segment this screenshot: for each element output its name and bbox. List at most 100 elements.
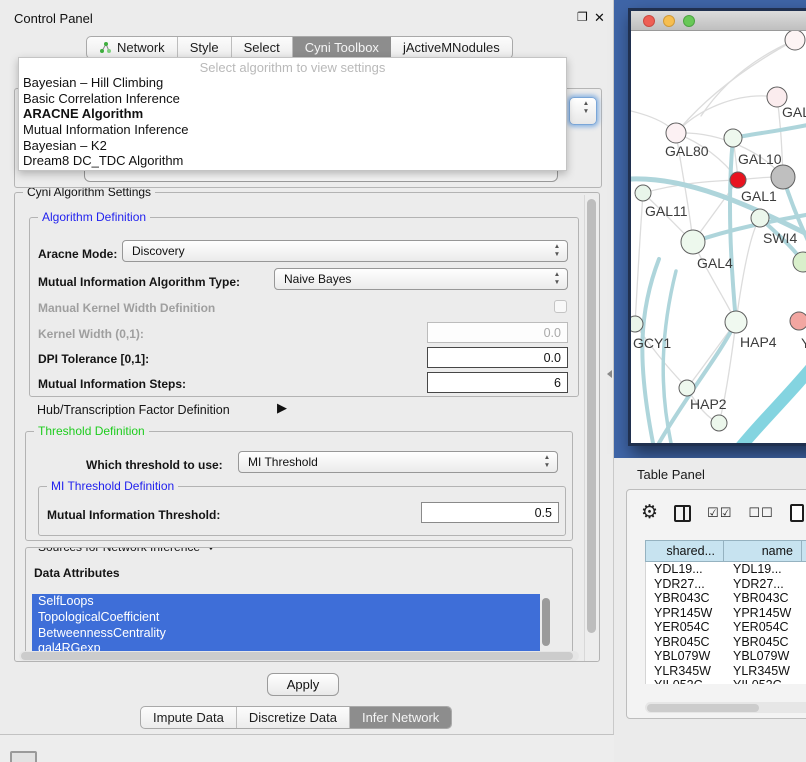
network-node-hap2[interactable] xyxy=(679,380,695,396)
table-row[interactable]: YPR145WYPR145W9. xyxy=(646,606,806,621)
network-edge[interactable] xyxy=(635,193,643,324)
table-cell: YDL19... xyxy=(646,562,725,577)
algorithm-option[interactable]: Bayesian – Hill Climbing xyxy=(19,75,566,91)
apply-button[interactable]: Apply xyxy=(267,673,339,696)
table-cell: YER054C xyxy=(725,620,803,635)
hub-definition-label[interactable]: Hub/Transcription Factor Definition xyxy=(37,403,230,417)
table-panel-body: ⚙ ☑☑ ☐☐ shared...nameA YDL19...YDL19...1… xyxy=(626,489,806,719)
mini-window-icon[interactable] xyxy=(10,751,37,762)
table-hscrollbar-thumb[interactable] xyxy=(647,704,759,712)
algorithm-option[interactable]: Dream8 DC_TDC Algorithm xyxy=(19,153,566,169)
minimize-traffic-light-icon[interactable] xyxy=(663,15,675,27)
network-node[interactable] xyxy=(711,415,727,431)
tab-label: Infer Network xyxy=(362,710,439,725)
data-attributes-list[interactable]: SelfLoopsTopologicalCoefficientBetweenne… xyxy=(32,594,540,656)
threshold-definition-group: Threshold Definition Which threshold to … xyxy=(25,431,573,541)
table-row[interactable]: YBR045CYBR045C9. xyxy=(646,635,806,650)
table-row[interactable]: YLR345WYLR345W9. xyxy=(646,664,806,679)
table-row[interactable]: YDL19...YDL19...13 xyxy=(646,562,806,577)
algorithm-option[interactable]: Bayesian – K2 xyxy=(19,138,566,154)
threshold-definition-title: Threshold Definition xyxy=(34,424,149,438)
close-panel-icon[interactable]: ✕ xyxy=(594,10,605,26)
settings-hscrollbar-thumb[interactable] xyxy=(21,652,573,660)
table-hscrollbar-track[interactable] xyxy=(645,702,806,713)
mi-type-combo[interactable]: Naive Bayes ▲▼ xyxy=(274,268,568,290)
network-edge[interactable] xyxy=(736,218,760,322)
settings-hscrollbar-track[interactable] xyxy=(19,651,579,661)
tab-network[interactable]: Network xyxy=(87,37,178,58)
network-edge[interactable] xyxy=(676,40,795,133)
network-node-gal11[interactable] xyxy=(635,185,651,201)
network-node-y[interactable] xyxy=(790,312,806,330)
table-column-header[interactable]: A xyxy=(802,540,806,562)
mi-type-label: Mutual Information Algorithm Type: xyxy=(38,275,240,289)
network-window-titlebar[interactable] xyxy=(631,11,806,31)
network-edge[interactable] xyxy=(726,361,806,443)
dpi-tolerance-label: DPI Tolerance [0,1]: xyxy=(38,352,149,366)
collapse-down-icon[interactable]: ▼ xyxy=(204,547,219,553)
network-node-gal4[interactable] xyxy=(681,230,705,254)
network-node-gal10[interactable] xyxy=(724,129,742,147)
table-column-header[interactable]: name xyxy=(724,540,802,562)
network-node-gal1[interactable] xyxy=(730,172,746,188)
close-traffic-light-icon[interactable] xyxy=(643,15,655,27)
dpi-tolerance-field[interactable]: 0.0 xyxy=(427,347,568,368)
gear-icon[interactable]: ⚙ xyxy=(641,504,658,522)
select-all-checks-icon[interactable]: ☑☑ xyxy=(707,505,732,521)
attribute-list-item[interactable]: TopologicalCoefficient xyxy=(32,610,540,626)
settings-scrollbar-track[interactable] xyxy=(584,195,598,661)
algorithm-option[interactable]: Mutual Information Inference xyxy=(19,122,566,138)
tab-select[interactable]: Select xyxy=(232,37,293,58)
which-threshold-combo[interactable]: MI Threshold ▲▼ xyxy=(238,451,558,473)
settings-scrollbar-thumb[interactable] xyxy=(587,199,596,633)
node-label: HAP2 xyxy=(690,396,727,412)
table-row[interactable]: YDR27...YDR27...12 xyxy=(646,577,806,592)
aracne-mode-combo[interactable]: Discovery ▲▼ xyxy=(122,240,568,262)
mi-steps-field[interactable]: 6 xyxy=(427,372,568,393)
network-node-gcy1[interactable] xyxy=(631,316,643,332)
network-edge[interactable] xyxy=(733,123,806,138)
network-node[interactable] xyxy=(785,31,805,50)
kernel-width-field[interactable]: 0.0 xyxy=(427,322,568,343)
mi-threshold-group: MI Threshold Definition Mutual Informati… xyxy=(38,486,566,536)
network-node[interactable] xyxy=(771,165,795,189)
table-column-header[interactable]: shared... xyxy=(645,540,724,562)
network-edge[interactable] xyxy=(642,259,659,443)
splitter-collapse-icon[interactable] xyxy=(607,370,612,378)
tab-jactivemnodules[interactable]: jActiveMNodules xyxy=(391,37,512,58)
table-row[interactable]: YER054CYER054C8. xyxy=(646,620,806,635)
tab-style[interactable]: Style xyxy=(178,37,232,58)
network-view-window[interactable]: GALGAL80GAL10GAL1GAL11SWI4GAL4GCY1HAP4YH… xyxy=(628,8,806,446)
attribute-list-item[interactable]: SelfLoops xyxy=(32,594,540,610)
table-cell: YDR27... xyxy=(646,577,725,592)
network-canvas[interactable]: GALGAL80GAL10GAL1GAL11SWI4GAL4GCY1HAP4YH… xyxy=(631,31,806,443)
table-row[interactable]: YIL052CYIL052C9 xyxy=(646,678,806,684)
algorithm-definition-group: Algorithm Definition Aracne Mode: Discov… xyxy=(29,217,579,397)
stepper-icon: ▲▼ xyxy=(542,454,552,469)
node-label: GAL xyxy=(782,104,806,120)
zoom-traffic-light-icon[interactable] xyxy=(683,15,695,27)
manual-kernel-checkbox[interactable] xyxy=(554,300,567,313)
algorithm-option[interactable]: ARACNE Algorithm xyxy=(19,106,566,122)
file-icon[interactable] xyxy=(790,504,804,522)
network-edge[interactable] xyxy=(676,96,777,133)
table-row[interactable]: YBR043CYBR043C xyxy=(646,591,806,606)
float-panel-icon[interactable]: ❐ xyxy=(577,10,588,24)
focused-combo-fragment[interactable]: ▲▼ xyxy=(569,97,597,125)
network-node-swi4[interactable] xyxy=(751,209,769,227)
expander-right-icon[interactable]: ▶ xyxy=(277,400,287,416)
network-node-gal80[interactable] xyxy=(666,123,686,143)
algorithm-option[interactable]: Basic Correlation Inference xyxy=(19,91,566,107)
tab-impute-data[interactable]: Impute Data xyxy=(141,707,237,728)
mi-threshold-field[interactable]: 0.5 xyxy=(421,502,559,523)
table-row[interactable]: YBL079WYBL079W xyxy=(646,649,806,664)
tab-cyni-toolbox[interactable]: Cyni Toolbox xyxy=(293,37,391,58)
table-cell: YBL079W xyxy=(725,649,803,664)
attribute-list-item[interactable]: BetweennessCentrality xyxy=(32,626,540,642)
split-pane-icon[interactable] xyxy=(674,505,691,522)
network-node-hap4[interactable] xyxy=(725,311,747,333)
deselect-all-checks-icon[interactable]: ☐☐ xyxy=(748,505,773,521)
tab-infer-network[interactable]: Infer Network xyxy=(350,707,451,728)
list-scrollbar-thumb[interactable] xyxy=(542,598,550,646)
tab-discretize-data[interactable]: Discretize Data xyxy=(237,707,350,728)
